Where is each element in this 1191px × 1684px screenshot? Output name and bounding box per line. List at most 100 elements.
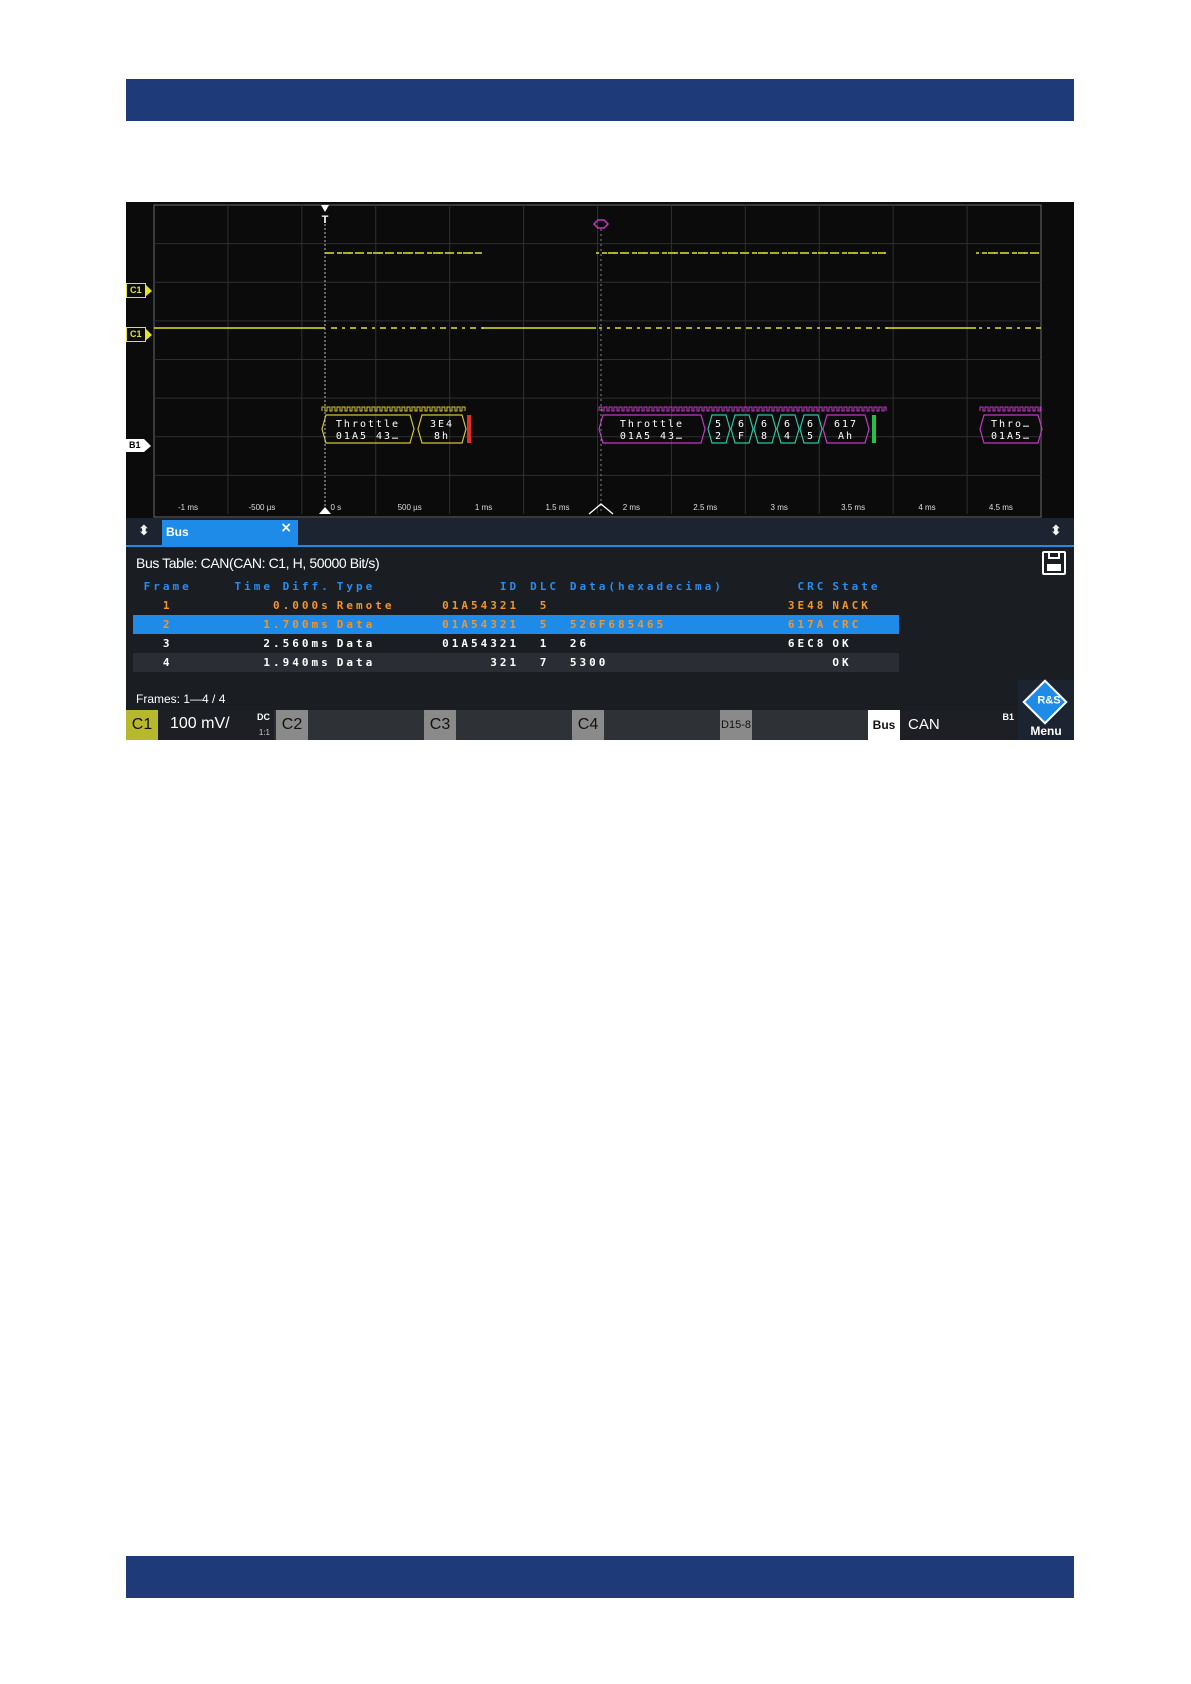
time-tick-label: -500 µs [248,503,275,512]
col-frame[interactable]: Frame [133,577,202,596]
time-tick-label: 2.5 ms [693,503,717,512]
svg-text:F: F [738,431,746,442]
b1-bus-marker[interactable]: B1 [126,439,150,452]
channel-c1-scale: 100 mV/ [170,715,230,732]
cell-crc: 3E48 [787,599,827,612]
decoded-frame-data-byte[interactable]: 65 [799,414,823,444]
tab-bus-label: Bus [166,525,189,539]
svg-text:Throttle: Throttle [620,419,684,430]
cell-state: NACK [832,599,871,612]
footer-band [126,1556,1074,1598]
cell-data: 526F685465 [566,615,773,634]
table-row[interactable]: 1 0.000s Remote 01A54321 5 3E48 NACK [133,596,899,615]
panel-resize-left-icon[interactable]: ⬍ [130,520,158,542]
cell-data: 5300 [566,653,773,672]
channel-c2-label: C2 [276,710,308,740]
cell-id: 01A54321 [415,615,523,634]
col-id[interactable]: ID [416,577,523,596]
time-tick-label: 4 ms [918,503,935,512]
menu-button[interactable]: R&S Menu [1018,679,1074,740]
svg-text:01A5 43…: 01A5 43… [336,431,400,442]
cell-time-diff: 2.560ms [263,637,331,650]
header-band [126,79,1074,121]
decoded-frame-data-byte[interactable]: 52 [707,414,731,444]
decoded-frame-data-byte[interactable]: 617Ah [822,414,870,444]
cell-data: 26 [569,637,590,650]
channel-c3[interactable]: C3 [424,710,572,740]
decoded-frame-data-byte[interactable]: 6F [730,414,754,444]
col-state[interactable]: State [829,577,899,596]
frames-summary: Frames: 1—4 / 4 [136,692,226,706]
channel-c2-settings [308,710,424,740]
decoded-frame-id[interactable]: Thro…01A5… [979,414,1043,444]
channel-c2[interactable]: C2 [276,710,424,740]
svg-text:3E4: 3E4 [430,419,454,430]
bus-table: Frame Time Diff. Type ID DLC Data(hexade… [133,577,899,672]
time-tick-label: 1.5 ms [545,503,569,512]
decoded-frame-data-byte[interactable]: 64 [776,414,800,444]
channel-c4-label: C4 [572,710,604,740]
channel-c1-settings: 100 mV/ DC 1:1 [158,710,274,740]
table-row[interactable]: 3 2.560ms Data 01A54321 1 26 6EC8 OK [133,634,899,653]
time-tick-label: 2 ms [623,503,640,512]
cell-crc: 617A [772,615,830,634]
channel-c1-ratio: 1:1 [258,728,270,737]
cell-id: 01A54321 [442,599,520,612]
svg-text:8: 8 [761,431,769,442]
channel-c1[interactable]: C1 100 mV/ DC 1:1 [126,710,274,740]
svg-text:Thro…: Thro… [991,419,1031,430]
channel-bus[interactable]: Bus CAN B1 [868,710,1018,740]
svg-text:Ah: Ah [838,431,854,442]
rs-logo-icon: R&S [1022,679,1068,725]
decoded-frame-data-byte[interactable]: 68 [753,414,777,444]
time-tick-label: 3.5 ms [841,503,865,512]
svg-text:5: 5 [807,431,815,442]
close-icon[interactable]: × [280,520,292,536]
col-dlc[interactable]: DLC [522,577,567,596]
time-tick-label: 0 s [330,503,341,512]
decoded-frame-id[interactable]: Throttle01A5 43… [598,414,706,444]
bus-table-header: Frame Time Diff. Type ID DLC Data(hexade… [133,577,899,596]
col-data[interactable]: Data(hexadecima) [567,577,772,596]
col-crc[interactable]: CRC [772,577,829,596]
cell-frame: 1 [162,599,173,612]
channel-c1-label: C1 [126,710,158,740]
cell-type: Remote [336,599,395,612]
svg-text:8h: 8h [434,431,450,442]
tab-bus[interactable]: Bus × [162,520,298,545]
svg-text:01A5…: 01A5… [991,431,1031,442]
ok-marker [872,415,876,443]
rs-logo-text: R&S [1037,694,1061,707]
col-time-diff[interactable]: Time Diff. [202,577,333,596]
save-icon[interactable] [1042,551,1066,575]
decoded-frame-id[interactable]: Throttle01A5 43… [321,414,415,444]
table-row-selected[interactable]: 2 1.700ms Data 01A54321 5 526F685465 617… [133,615,899,634]
c1-trigger-level-marker[interactable]: C1 [126,283,151,298]
time-tick-label: 1 ms [475,503,492,512]
channel-c3-label: C3 [424,710,456,740]
channel-bus-protocol: CAN [908,716,940,733]
channel-c4[interactable]: C4 [572,710,720,740]
cell-type: Data [336,637,376,650]
cell-id: 01A54321 [442,637,520,650]
waveform-area[interactable]: Throttle 01A5 43… 3E4 8h Throttle 01A5 43… 5 2 6… [126,202,1074,518]
panel-resize-right-icon[interactable]: ⬍ [1042,520,1070,542]
col-type[interactable]: Type [334,577,416,596]
result-tab-bar: ⬍ Bus × ⬍ [126,518,1074,547]
cell-dlc: 5 [522,615,567,634]
svg-text:6: 6 [738,419,746,430]
zoom-marker-icon [592,219,610,229]
channel-bus-label: Bus [868,710,900,740]
channel-c1-coupling: DC [257,712,270,722]
c1-offset-marker[interactable]: C1 [126,327,151,342]
time-tick-label: 4.5 ms [989,503,1013,512]
cell-state: OK [829,653,899,672]
table-row[interactable]: 4 1.940ms Data 321 7 5300 OK [133,653,899,672]
svg-text:617: 617 [834,419,858,430]
cell-time-diff: 1.940ms [202,653,334,672]
channel-digital[interactable]: D15-8 [720,710,868,740]
channel-bus-index: B1 [1002,712,1014,722]
cell-id: 321 [415,653,523,672]
cell-state: OK [832,637,852,650]
decoded-frame-crc[interactable]: 3E48h [417,414,467,444]
